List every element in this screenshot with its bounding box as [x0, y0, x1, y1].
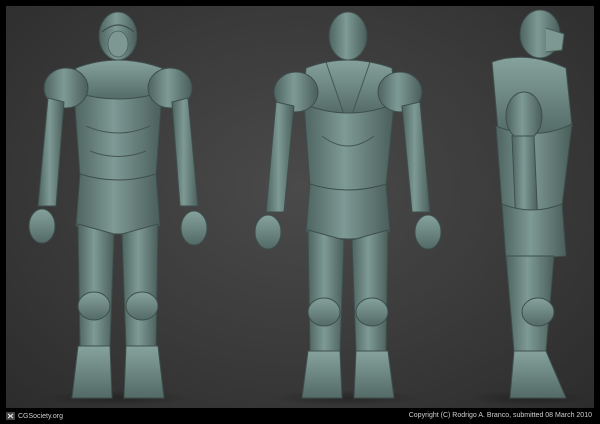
front-view-figure: [28, 11, 208, 406]
render-stage: [6, 6, 594, 408]
cgsociety-logo-icon: [6, 412, 15, 420]
character-turnaround: [28, 9, 588, 406]
footer-bar: CGSociety.org Copyright (C) Rodrigo A. B…: [0, 408, 600, 424]
site-name[interactable]: CGSociety.org: [18, 413, 63, 420]
back-view-figure: [254, 11, 442, 406]
copyright-credit: Copyright (C) Rodrigo A. Branco, submitt…: [408, 412, 592, 419]
image-frame: CGSociety.org Copyright (C) Rodrigo A. B…: [0, 0, 600, 424]
side-view-figure: [468, 9, 588, 406]
